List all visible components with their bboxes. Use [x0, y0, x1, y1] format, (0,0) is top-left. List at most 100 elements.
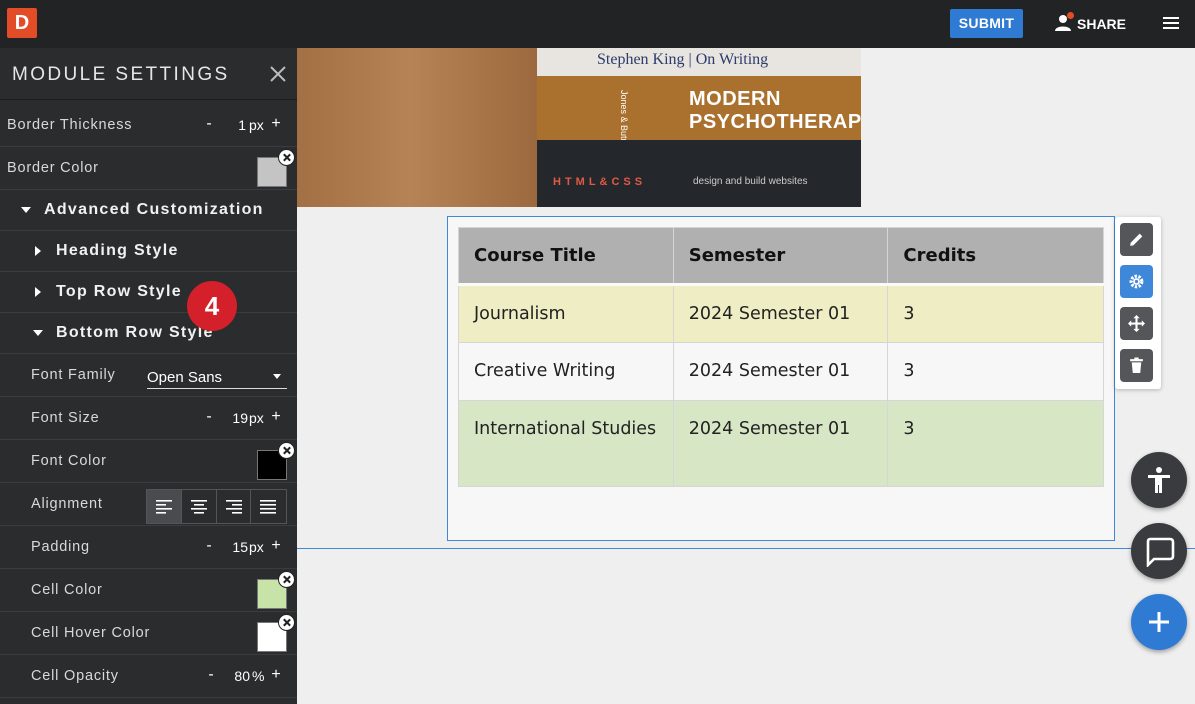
- chat-icon: [1146, 537, 1175, 567]
- align-justify-button[interactable]: [251, 490, 286, 523]
- decrement-button[interactable]: -: [202, 116, 216, 132]
- clear-color-icon[interactable]: [278, 149, 295, 166]
- book-modern-psychotherapy: Jones & Butman MODERN PSYCHOTHERAPI: [537, 76, 861, 156]
- unit-label: %: [252, 668, 265, 684]
- align-justify-icon: [260, 500, 277, 514]
- border-thickness-label: Border Thickness: [7, 117, 133, 133]
- heading-style-label: Heading Style: [56, 242, 179, 259]
- accessibility-button[interactable]: [1131, 452, 1187, 508]
- align-left-button[interactable]: [147, 490, 182, 523]
- clear-color-icon[interactable]: [278, 614, 295, 631]
- table-header-cell: Credits: [887, 227, 1104, 286]
- increment-button[interactable]: +: [269, 116, 283, 132]
- book-stephen-king: Stephen King | On Writing: [537, 48, 861, 76]
- bottom-row-style-toggle[interactable]: Bottom Row Style: [0, 313, 297, 354]
- advanced-customization-toggle[interactable]: Advanced Customization: [0, 190, 297, 231]
- unit-label: px: [249, 539, 264, 555]
- pencil-icon: [1130, 233, 1143, 246]
- clear-color-icon[interactable]: [278, 442, 295, 459]
- table-header-cell: Semester: [672, 227, 889, 286]
- padding-row: Padding - 15 px +: [0, 526, 297, 569]
- delete-button[interactable]: [1120, 349, 1153, 382]
- increment-button[interactable]: +: [269, 667, 283, 683]
- close-icon[interactable]: [269, 65, 287, 83]
- decrement-button[interactable]: -: [204, 667, 218, 683]
- caret-right-icon: [35, 246, 41, 256]
- font-size-label: Font Size: [31, 410, 100, 426]
- align-right-button[interactable]: [217, 490, 252, 523]
- app-logo[interactable]: D: [7, 8, 37, 38]
- unit-label: px: [249, 410, 264, 426]
- book-title: Stephen King | On Writing: [597, 51, 769, 68]
- course-table: Course Title Semester Credits Journalism…: [458, 227, 1104, 487]
- table-cell: International Studies: [458, 400, 674, 487]
- hero-image: Stephen King | On Writing Jones & Butman…: [297, 48, 861, 207]
- plus-icon: [1149, 612, 1169, 632]
- module-settings-panel: MODULE SETTINGS Border Thickness - 1 px …: [0, 48, 297, 704]
- book-title-line1: MODERN: [689, 88, 781, 110]
- alignment-label: Alignment: [31, 496, 103, 512]
- clear-color-icon[interactable]: [278, 571, 295, 588]
- table-row: International Studies 2024 Semester 01 3: [458, 400, 1104, 487]
- caret-right-icon: [35, 287, 41, 297]
- submit-button[interactable]: SUBMIT: [950, 9, 1023, 38]
- cell-opacity-value[interactable]: 80: [230, 668, 250, 684]
- edit-button[interactable]: [1120, 223, 1153, 256]
- decrement-button[interactable]: -: [202, 538, 216, 554]
- chevron-down-icon: [273, 374, 281, 379]
- table-header-cell: Course Title: [458, 227, 674, 286]
- unit-label: px: [249, 117, 264, 133]
- decrement-button[interactable]: -: [202, 409, 216, 425]
- chat-button[interactable]: [1131, 523, 1187, 579]
- increment-button[interactable]: +: [269, 538, 283, 554]
- notification-dot: [1067, 12, 1074, 19]
- top-row-style-label: Top Row Style: [56, 283, 182, 300]
- alignment-buttons: [146, 489, 287, 524]
- cell-hover-color-row: Cell Hover Color: [0, 612, 297, 655]
- gear-icon: [1129, 274, 1144, 289]
- caret-down-icon: [33, 330, 43, 336]
- top-bar: D SUBMIT SHARE: [0, 0, 1195, 48]
- cell-opacity-row: Cell Opacity - 80 % +: [0, 655, 297, 698]
- font-family-select[interactable]: Open Sans: [147, 363, 287, 389]
- heading-style-toggle[interactable]: Heading Style: [0, 231, 297, 272]
- book-subtitle: design and build websites: [693, 176, 808, 187]
- border-thickness-value[interactable]: 1: [230, 117, 246, 133]
- table-cell: 2024 Semester 01: [672, 342, 889, 401]
- add-module-button[interactable]: [1131, 594, 1187, 650]
- share-label: SHARE: [1077, 16, 1127, 32]
- align-left-icon: [156, 500, 172, 514]
- font-family-label: Font Family: [31, 367, 116, 383]
- accessibility-icon: [1148, 467, 1170, 493]
- align-center-button[interactable]: [182, 490, 217, 523]
- table-cell: Creative Writing: [458, 342, 674, 401]
- padding-label: Padding: [31, 539, 90, 555]
- table-cell: 3: [887, 342, 1104, 401]
- font-size-row: Font Size - 19 px +: [0, 397, 297, 440]
- font-color-row: Font Color: [0, 440, 297, 483]
- increment-button[interactable]: +: [269, 409, 283, 425]
- cell-color-label: Cell Color: [31, 582, 103, 598]
- move-button[interactable]: [1120, 307, 1153, 340]
- align-right-icon: [225, 500, 242, 514]
- advanced-customization-label: Advanced Customization: [44, 201, 264, 218]
- top-row-style-toggle[interactable]: Top Row Style: [0, 272, 297, 313]
- alignment-row: Alignment: [0, 483, 297, 526]
- table-cell: Journalism: [458, 284, 674, 343]
- cell-color-row: Cell Color: [0, 569, 297, 612]
- book-title-line2: PSYCHOTHERAPI: [689, 111, 861, 133]
- table-cell: 3: [887, 400, 1104, 487]
- settings-button[interactable]: [1120, 265, 1153, 298]
- cell-hover-color-label: Cell Hover Color: [31, 625, 151, 641]
- padding-value[interactable]: 15: [228, 539, 248, 555]
- step-number-badge: 4: [187, 281, 237, 331]
- caret-down-icon: [21, 207, 31, 213]
- module-toolbar: [1115, 217, 1161, 389]
- table-cell: 3: [887, 284, 1104, 343]
- font-size-value[interactable]: 19: [228, 410, 248, 426]
- border-thickness-row: Border Thickness - 1 px +: [0, 104, 297, 147]
- table-cell: 2024 Semester 01: [672, 284, 889, 343]
- hamburger-menu-icon[interactable]: [1162, 14, 1180, 32]
- book-html-css: HTML&CSS design and build websites: [537, 140, 861, 207]
- book-spine: HTML&CSS: [553, 176, 647, 188]
